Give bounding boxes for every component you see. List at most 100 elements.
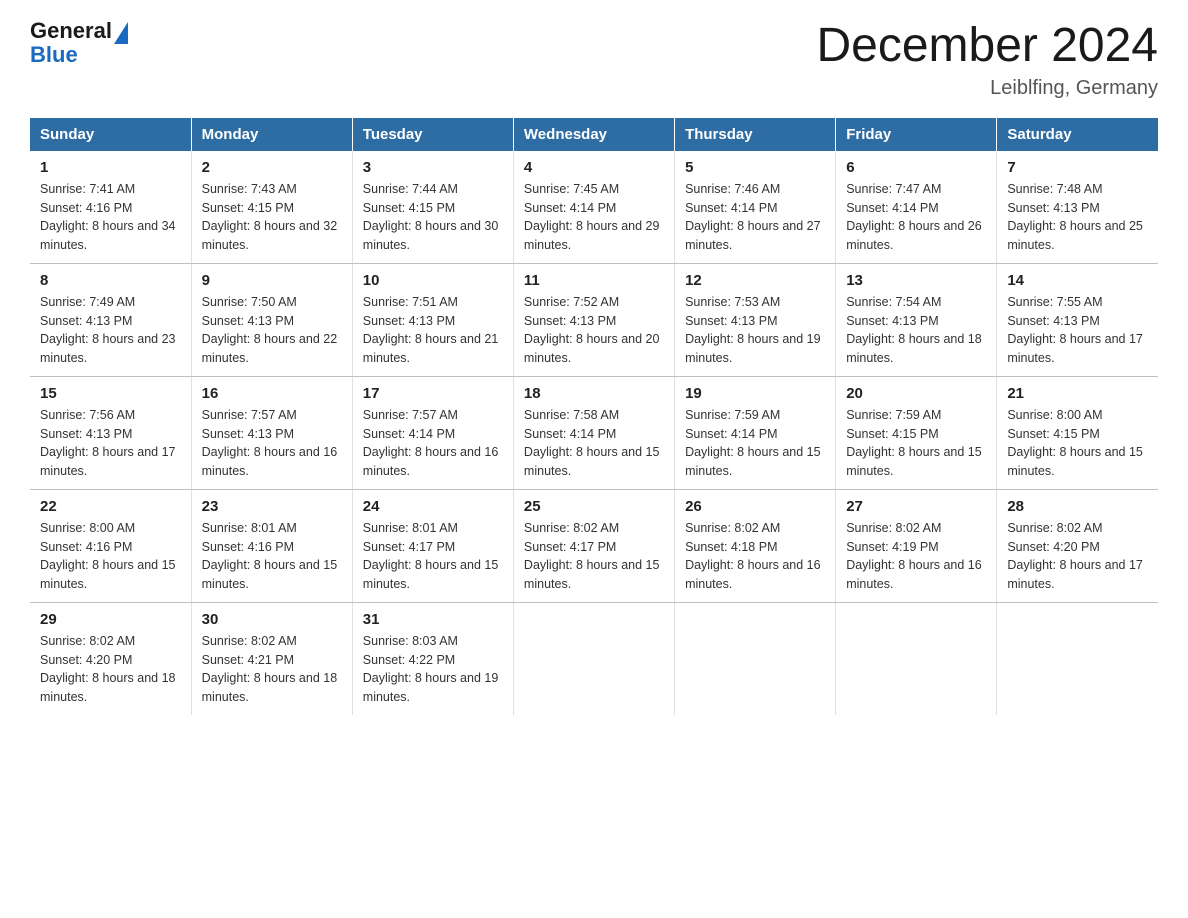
logo-blue-text: Blue <box>30 44 128 66</box>
day-info: Sunrise: 7:46 AM Sunset: 4:14 PM Dayligh… <box>685 180 825 255</box>
day-number: 22 <box>40 498 181 515</box>
day-info: Sunrise: 7:59 AM Sunset: 4:14 PM Dayligh… <box>685 406 825 481</box>
calendar-cell: 23 Sunrise: 8:01 AM Sunset: 4:16 PM Dayl… <box>191 489 352 602</box>
day-info: Sunrise: 7:56 AM Sunset: 4:13 PM Dayligh… <box>40 406 181 481</box>
logo-triangle-icon <box>114 22 128 44</box>
day-number: 16 <box>202 385 342 402</box>
day-number: 11 <box>524 272 664 289</box>
day-number: 1 <box>40 159 181 176</box>
day-info: Sunrise: 8:02 AM Sunset: 4:18 PM Dayligh… <box>685 519 825 594</box>
day-info: Sunrise: 8:02 AM Sunset: 4:19 PM Dayligh… <box>846 519 986 594</box>
day-number: 19 <box>685 385 825 402</box>
day-info: Sunrise: 7:57 AM Sunset: 4:13 PM Dayligh… <box>202 406 342 481</box>
calendar-cell <box>675 602 836 715</box>
logo-general-text: General <box>30 20 112 42</box>
col-header-saturday: Saturday <box>997 118 1158 151</box>
calendar-cell: 10 Sunrise: 7:51 AM Sunset: 4:13 PM Dayl… <box>352 263 513 376</box>
col-header-sunday: Sunday <box>30 118 191 151</box>
col-header-monday: Monday <box>191 118 352 151</box>
calendar-cell: 2 Sunrise: 7:43 AM Sunset: 4:15 PM Dayli… <box>191 151 352 264</box>
logo: General Blue <box>30 20 128 66</box>
day-number: 30 <box>202 611 342 628</box>
calendar-cell: 11 Sunrise: 7:52 AM Sunset: 4:13 PM Dayl… <box>513 263 674 376</box>
calendar-cell: 28 Sunrise: 8:02 AM Sunset: 4:20 PM Dayl… <box>997 489 1158 602</box>
calendar-cell: 5 Sunrise: 7:46 AM Sunset: 4:14 PM Dayli… <box>675 151 836 264</box>
calendar-cell: 22 Sunrise: 8:00 AM Sunset: 4:16 PM Dayl… <box>30 489 191 602</box>
day-info: Sunrise: 7:44 AM Sunset: 4:15 PM Dayligh… <box>363 180 503 255</box>
calendar-week-row: 29 Sunrise: 8:02 AM Sunset: 4:20 PM Dayl… <box>30 602 1158 715</box>
day-number: 27 <box>846 498 986 515</box>
calendar-cell: 27 Sunrise: 8:02 AM Sunset: 4:19 PM Dayl… <box>836 489 997 602</box>
day-number: 21 <box>1007 385 1148 402</box>
calendar-cell: 18 Sunrise: 7:58 AM Sunset: 4:14 PM Dayl… <box>513 376 674 489</box>
calendar-cell: 19 Sunrise: 7:59 AM Sunset: 4:14 PM Dayl… <box>675 376 836 489</box>
calendar-cell: 3 Sunrise: 7:44 AM Sunset: 4:15 PM Dayli… <box>352 151 513 264</box>
calendar-cell: 7 Sunrise: 7:48 AM Sunset: 4:13 PM Dayli… <box>997 151 1158 264</box>
day-number: 20 <box>846 385 986 402</box>
calendar-cell: 9 Sunrise: 7:50 AM Sunset: 4:13 PM Dayli… <box>191 263 352 376</box>
day-number: 23 <box>202 498 342 515</box>
day-number: 3 <box>363 159 503 176</box>
day-number: 5 <box>685 159 825 176</box>
day-number: 2 <box>202 159 342 176</box>
day-info: Sunrise: 7:41 AM Sunset: 4:16 PM Dayligh… <box>40 180 181 255</box>
day-number: 12 <box>685 272 825 289</box>
calendar-cell: 4 Sunrise: 7:45 AM Sunset: 4:14 PM Dayli… <box>513 151 674 264</box>
calendar-cell: 26 Sunrise: 8:02 AM Sunset: 4:18 PM Dayl… <box>675 489 836 602</box>
calendar-cell: 6 Sunrise: 7:47 AM Sunset: 4:14 PM Dayli… <box>836 151 997 264</box>
calendar-header-row: SundayMondayTuesdayWednesdayThursdayFrid… <box>30 118 1158 151</box>
calendar-week-row: 22 Sunrise: 8:00 AM Sunset: 4:16 PM Dayl… <box>30 489 1158 602</box>
col-header-friday: Friday <box>836 118 997 151</box>
calendar-cell: 21 Sunrise: 8:00 AM Sunset: 4:15 PM Dayl… <box>997 376 1158 489</box>
day-info: Sunrise: 7:47 AM Sunset: 4:14 PM Dayligh… <box>846 180 986 255</box>
day-number: 7 <box>1007 159 1148 176</box>
day-info: Sunrise: 8:01 AM Sunset: 4:17 PM Dayligh… <box>363 519 503 594</box>
day-info: Sunrise: 7:45 AM Sunset: 4:14 PM Dayligh… <box>524 180 664 255</box>
calendar-week-row: 15 Sunrise: 7:56 AM Sunset: 4:13 PM Dayl… <box>30 376 1158 489</box>
day-info: Sunrise: 7:52 AM Sunset: 4:13 PM Dayligh… <box>524 293 664 368</box>
calendar-cell: 13 Sunrise: 7:54 AM Sunset: 4:13 PM Dayl… <box>836 263 997 376</box>
calendar-cell <box>836 602 997 715</box>
calendar-cell <box>997 602 1158 715</box>
day-info: Sunrise: 7:54 AM Sunset: 4:13 PM Dayligh… <box>846 293 986 368</box>
calendar-table: SundayMondayTuesdayWednesdayThursdayFrid… <box>30 118 1158 715</box>
calendar-cell: 8 Sunrise: 7:49 AM Sunset: 4:13 PM Dayli… <box>30 263 191 376</box>
day-info: Sunrise: 7:57 AM Sunset: 4:14 PM Dayligh… <box>363 406 503 481</box>
calendar-week-row: 8 Sunrise: 7:49 AM Sunset: 4:13 PM Dayli… <box>30 263 1158 376</box>
day-info: Sunrise: 7:59 AM Sunset: 4:15 PM Dayligh… <box>846 406 986 481</box>
col-header-tuesday: Tuesday <box>352 118 513 151</box>
day-number: 4 <box>524 159 664 176</box>
col-header-wednesday: Wednesday <box>513 118 674 151</box>
day-info: Sunrise: 8:03 AM Sunset: 4:22 PM Dayligh… <box>363 632 503 707</box>
day-info: Sunrise: 8:00 AM Sunset: 4:15 PM Dayligh… <box>1007 406 1148 481</box>
calendar-cell: 20 Sunrise: 7:59 AM Sunset: 4:15 PM Dayl… <box>836 376 997 489</box>
calendar-cell: 1 Sunrise: 7:41 AM Sunset: 4:16 PM Dayli… <box>30 151 191 264</box>
day-info: Sunrise: 7:49 AM Sunset: 4:13 PM Dayligh… <box>40 293 181 368</box>
day-number: 6 <box>846 159 986 176</box>
day-number: 29 <box>40 611 181 628</box>
calendar-cell: 17 Sunrise: 7:57 AM Sunset: 4:14 PM Dayl… <box>352 376 513 489</box>
day-number: 13 <box>846 272 986 289</box>
calendar-cell: 29 Sunrise: 8:02 AM Sunset: 4:20 PM Dayl… <box>30 602 191 715</box>
day-number: 8 <box>40 272 181 289</box>
day-number: 18 <box>524 385 664 402</box>
location-label: Leiblfing, Germany <box>816 77 1158 100</box>
day-number: 17 <box>363 385 503 402</box>
calendar-week-row: 1 Sunrise: 7:41 AM Sunset: 4:16 PM Dayli… <box>30 151 1158 264</box>
calendar-cell: 15 Sunrise: 7:56 AM Sunset: 4:13 PM Dayl… <box>30 376 191 489</box>
day-info: Sunrise: 7:53 AM Sunset: 4:13 PM Dayligh… <box>685 293 825 368</box>
calendar-cell: 31 Sunrise: 8:03 AM Sunset: 4:22 PM Dayl… <box>352 602 513 715</box>
month-title: December 2024 <box>816 20 1158 73</box>
col-header-thursday: Thursday <box>675 118 836 151</box>
day-number: 28 <box>1007 498 1148 515</box>
calendar-cell: 14 Sunrise: 7:55 AM Sunset: 4:13 PM Dayl… <box>997 263 1158 376</box>
day-number: 25 <box>524 498 664 515</box>
day-info: Sunrise: 7:43 AM Sunset: 4:15 PM Dayligh… <box>202 180 342 255</box>
day-info: Sunrise: 7:48 AM Sunset: 4:13 PM Dayligh… <box>1007 180 1148 255</box>
day-info: Sunrise: 7:50 AM Sunset: 4:13 PM Dayligh… <box>202 293 342 368</box>
day-info: Sunrise: 8:02 AM Sunset: 4:21 PM Dayligh… <box>202 632 342 707</box>
day-number: 24 <box>363 498 503 515</box>
day-info: Sunrise: 8:02 AM Sunset: 4:20 PM Dayligh… <box>40 632 181 707</box>
calendar-cell <box>513 602 674 715</box>
calendar-cell: 30 Sunrise: 8:02 AM Sunset: 4:21 PM Dayl… <box>191 602 352 715</box>
